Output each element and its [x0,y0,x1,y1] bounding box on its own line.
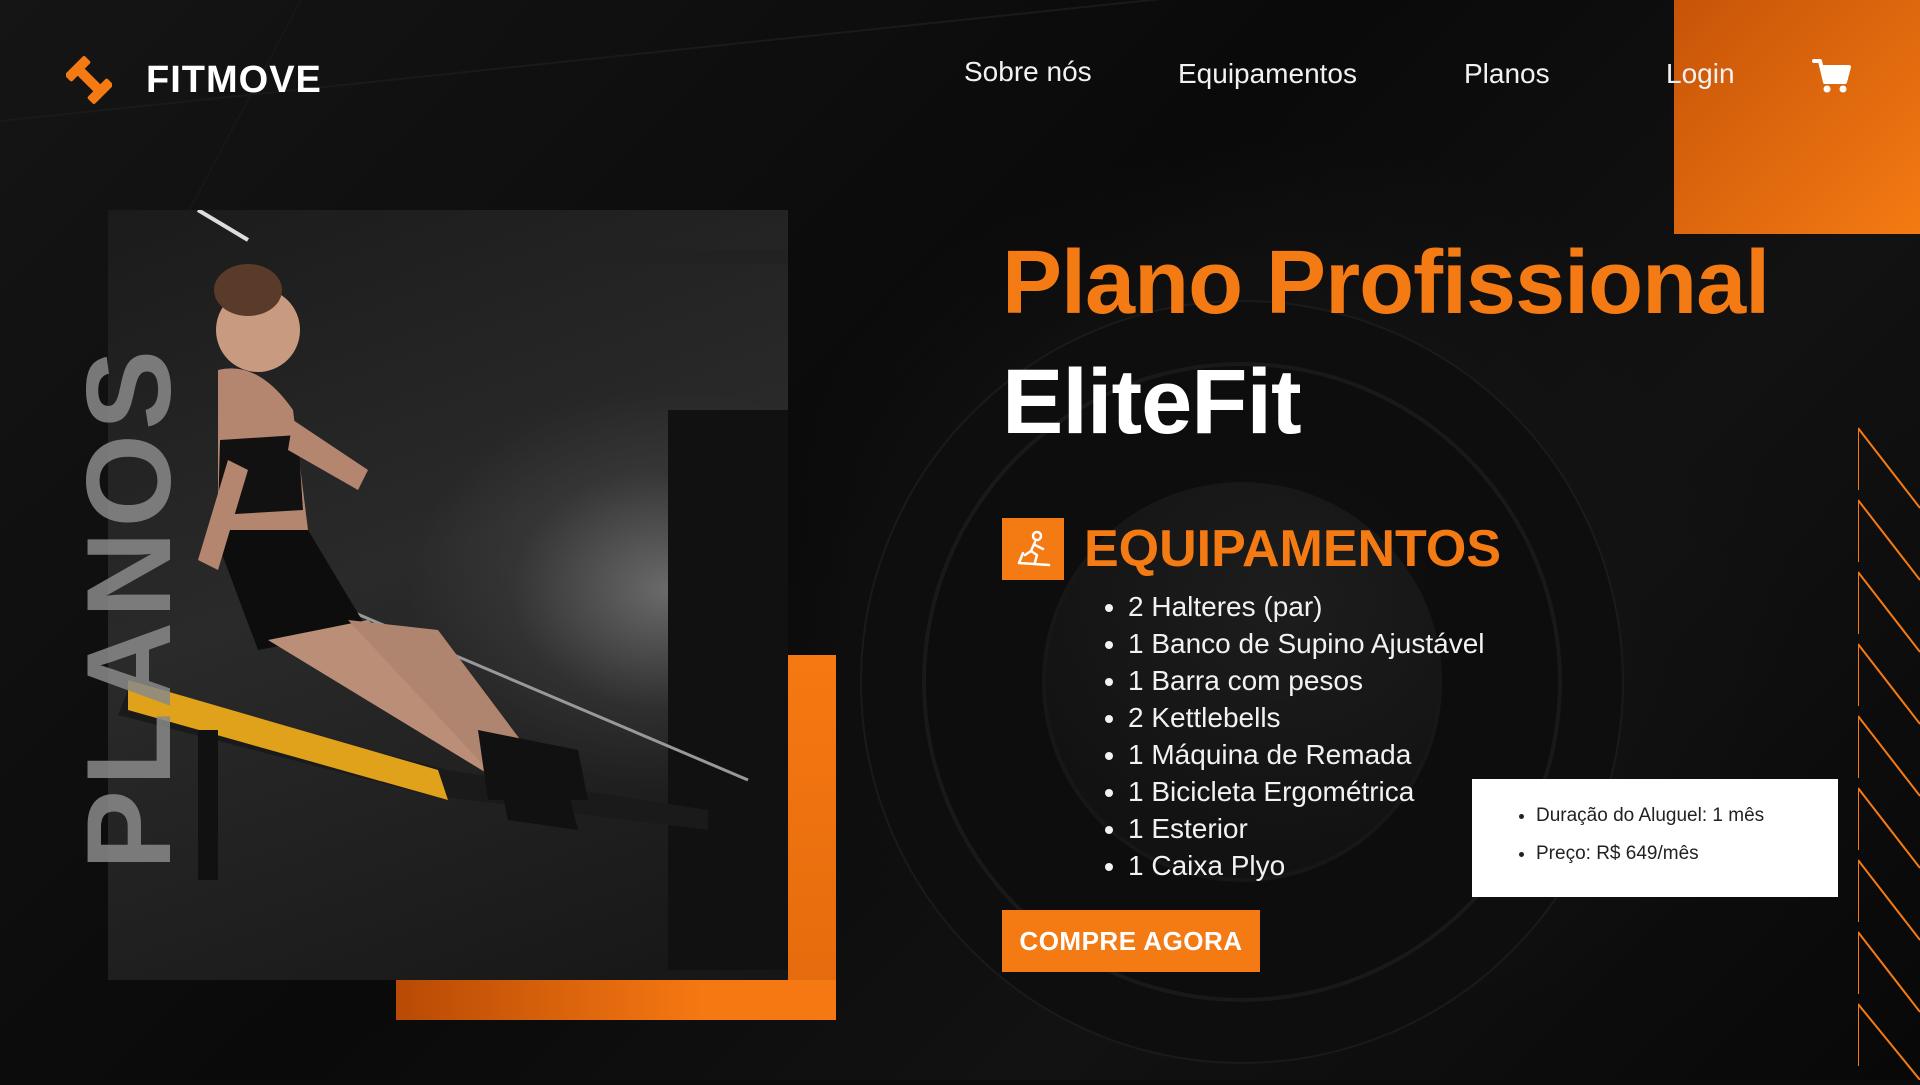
list-item: 1 Bicicleta Ergométrica [1128,773,1484,810]
header-accent-block [1674,0,1920,234]
list-item: 1 Caixa Plyo [1128,847,1484,884]
plan-title: Plano Profissional [1002,233,1770,333]
equipment-heading-label: EQUIPAMENTOS [1084,520,1502,578]
brand-name: FITMOVE [146,58,322,101]
list-item: 2 Kettlebells [1128,699,1484,736]
side-label-planos: PLANOS [62,345,196,870]
equipment-heading: EQUIPAMENTOS [1002,518,1501,580]
cart-icon[interactable] [1812,58,1852,94]
photo-frame-accent [396,980,836,1020]
treadmill-icon [1002,518,1064,580]
decorative-stripes [1857,420,1920,1081]
list-item: 2 Halteres (par) [1128,588,1484,625]
buy-now-button[interactable]: COMPRE AGORA [1002,910,1260,972]
dumbbell-icon [65,56,113,104]
equipment-list: 2 Halteres (par) 1 Banco de Supino Ajust… [1100,588,1484,884]
list-item: 1 Banco de Supino Ajustável [1128,625,1484,662]
list-item: 1 Esterior [1128,810,1484,847]
list-item: 1 Máquina de Remada [1128,736,1484,773]
nav-link-sobre-nos[interactable]: Sobre nós [964,56,1092,88]
photo-frame-accent [788,655,836,1020]
nav-link-equipamentos[interactable]: Equipamentos [1178,58,1357,90]
logo[interactable]: FITMOVE [65,56,322,104]
plan-name: EliteFit [1002,351,1302,453]
nav-link-login[interactable]: Login [1666,58,1735,90]
hero-photo-rowing-athlete [108,210,788,980]
list-item: 1 Barra com pesos [1128,662,1484,699]
rental-info-box: Duração do Aluguel: 1 mês Preço: R$ 649/… [1472,779,1838,897]
rental-price: Preço: R$ 649/mês [1536,835,1838,873]
rental-duration: Duração do Aluguel: 1 mês [1536,797,1838,835]
nav-link-planos[interactable]: Planos [1464,58,1550,90]
